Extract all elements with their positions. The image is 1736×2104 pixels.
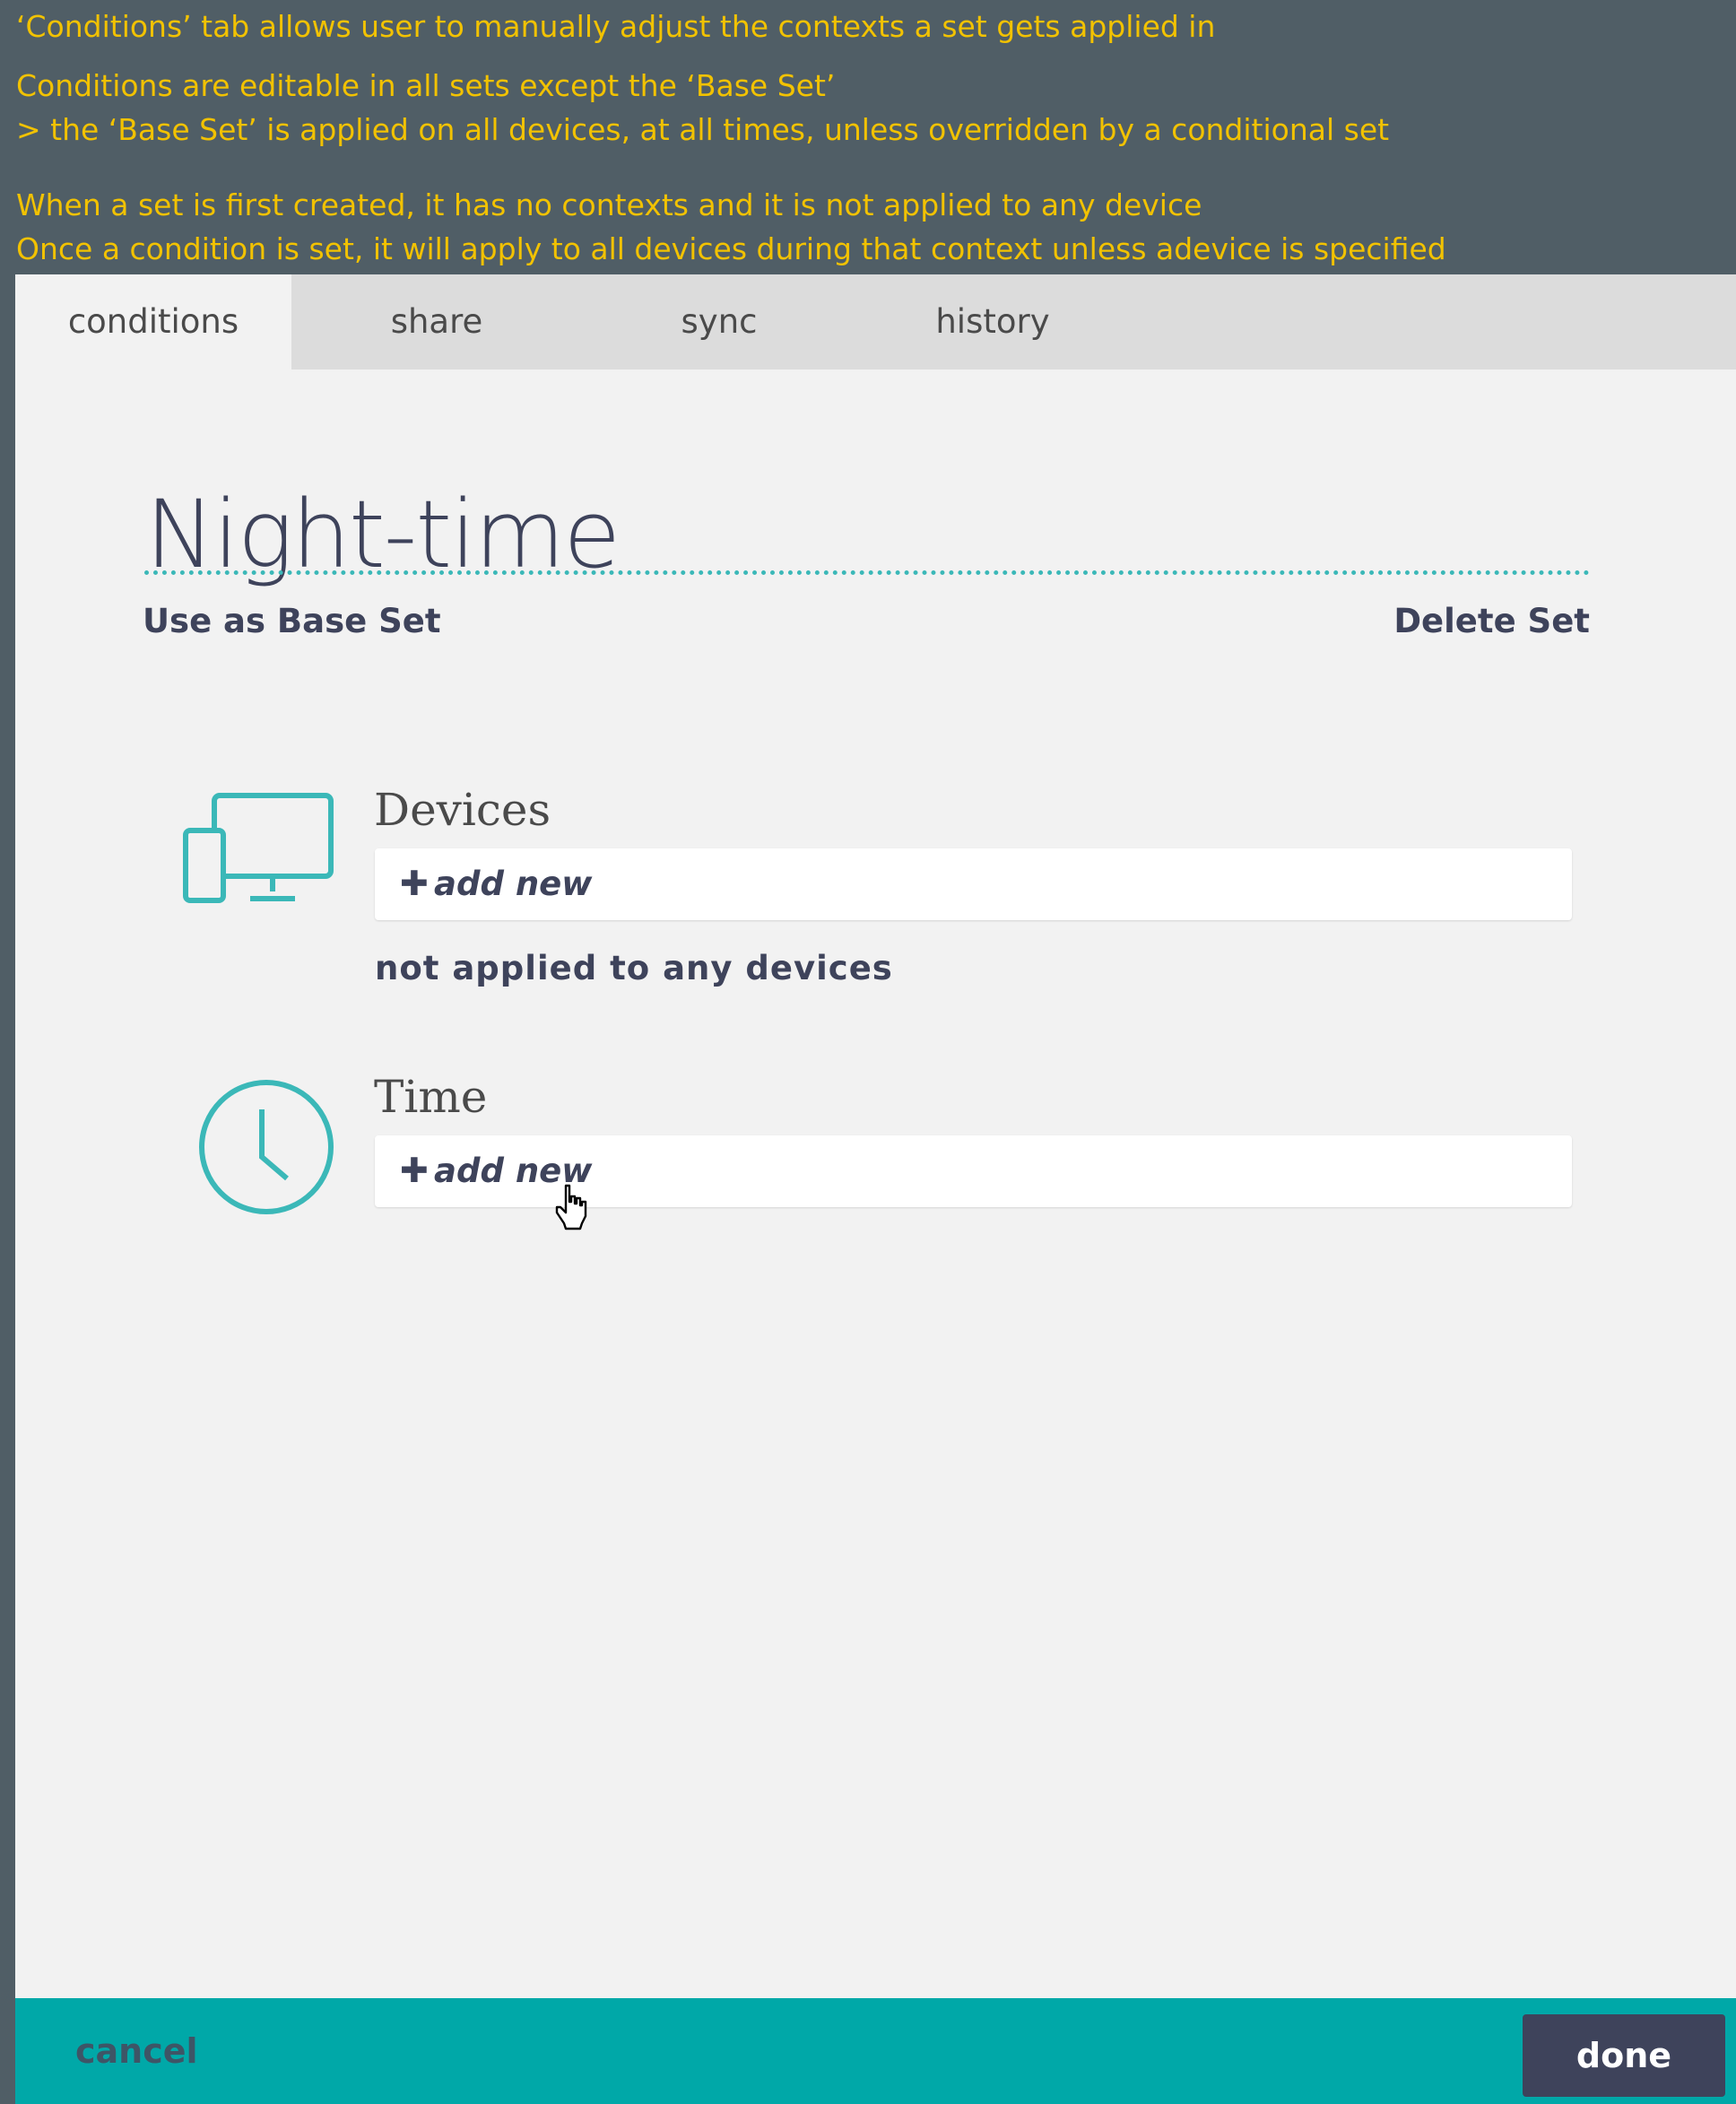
annotation-line: ‘Conditions’ tab allows user to manually… — [16, 9, 1216, 44]
devices-icon — [183, 793, 334, 903]
tab-sync[interactable]: sync — [629, 274, 809, 370]
devices-status-text: not applied to any devices — [375, 949, 893, 987]
delete-set-button[interactable]: Delete Set — [1393, 602, 1590, 640]
done-button[interactable]: done — [1523, 2014, 1725, 2097]
annotation-line: When a set is first created, it has no c… — [16, 187, 1202, 222]
tab-bar: conditions share sync history — [15, 274, 1736, 370]
add-device-label: add new — [434, 865, 593, 903]
set-settings-panel: conditions share sync history Night-time… — [15, 274, 1736, 2104]
annotation-line: Conditions are editable in all sets exce… — [16, 68, 836, 103]
hand-cursor-icon — [555, 1184, 587, 1230]
annotation-line: > the ‘Base Set’ is applied on all devic… — [16, 112, 1390, 147]
footer-bar: cancel done — [15, 1998, 1736, 2104]
devices-section-title: Devices — [374, 784, 551, 836]
set-name-underline — [144, 570, 1590, 575]
tab-history[interactable]: history — [876, 274, 1109, 370]
add-device-field[interactable]: ✚ add new — [375, 848, 1572, 920]
plus-icon: ✚ — [400, 865, 429, 903]
plus-icon: ✚ — [400, 1152, 429, 1190]
tab-conditions[interactable]: conditions — [15, 274, 291, 370]
cancel-button[interactable]: cancel — [75, 1998, 198, 2104]
use-as-base-set-button[interactable]: Use as Base Set — [143, 602, 441, 640]
tab-share[interactable]: share — [347, 274, 526, 370]
annotation-line: Once a condition is set, it will apply t… — [16, 231, 1446, 266]
time-section-title: Time — [374, 1071, 488, 1123]
set-name-input[interactable]: Night-time — [145, 472, 1589, 597]
clock-icon — [199, 1080, 334, 1214]
